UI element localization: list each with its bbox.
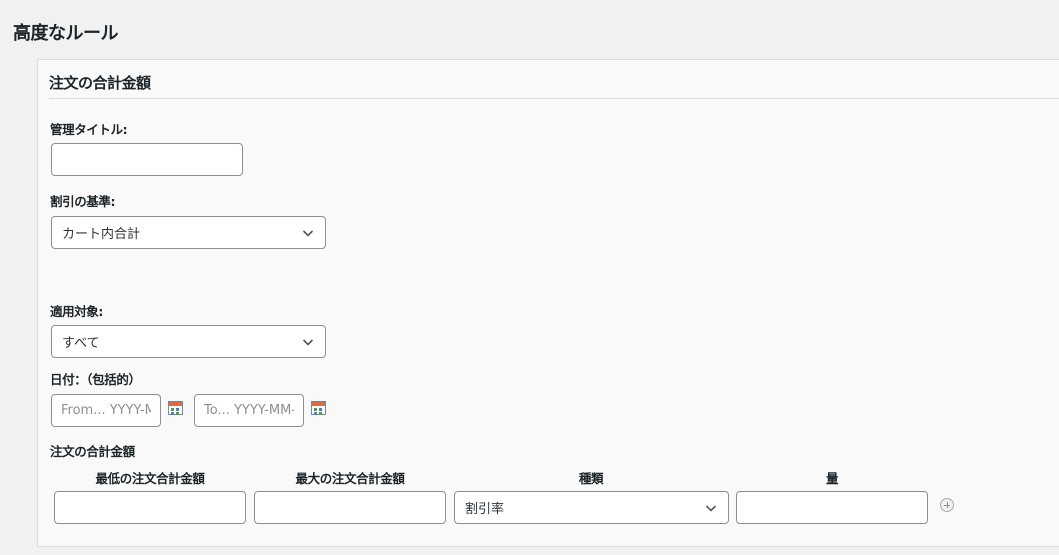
applies-to-value: すべて [62,336,100,351]
panel-divider [49,98,1059,99]
amount-input[interactable] [736,491,928,524]
discount-basis-value: カート内合計 [62,227,141,242]
applies-to-label: 適用対象: [50,304,103,319]
chevron-down-icon [705,504,717,512]
min-order-total-input[interactable] [54,491,246,524]
discount-basis-label: 割引の基準: [50,194,116,209]
chevron-down-icon [302,229,314,237]
date-label: 日付：（包括的） [50,372,141,387]
column-header-type: 種類 [578,471,604,486]
discount-type-value: 割引率 [465,502,505,517]
chevron-down-icon [302,338,314,346]
panel-header: 注文の合計金額 [49,74,151,92]
column-header-amount: 量 [825,471,839,486]
discount-type-select[interactable]: 割引率 [454,491,729,524]
column-header-max: 最大の注文合計金額 [295,471,405,486]
order-total-label: 注文の合計金額 [50,444,135,459]
page-title: 高度なルール [13,23,119,44]
calendar-icon[interactable] [168,401,183,415]
max-order-total-input[interactable] [254,491,446,524]
admin-title-input[interactable] [51,143,243,176]
date-from-input[interactable] [51,394,161,427]
column-header-min: 最低の注文合計金額 [95,471,205,486]
calendar-icon[interactable] [311,401,326,415]
admin-title-label: 管理タイトル: [50,122,128,137]
applies-to-select[interactable]: すべて [51,325,326,358]
add-row-plus-icon[interactable] [940,498,954,512]
date-to-input[interactable] [194,394,304,427]
discount-basis-select[interactable]: カート内合計 [51,216,326,249]
